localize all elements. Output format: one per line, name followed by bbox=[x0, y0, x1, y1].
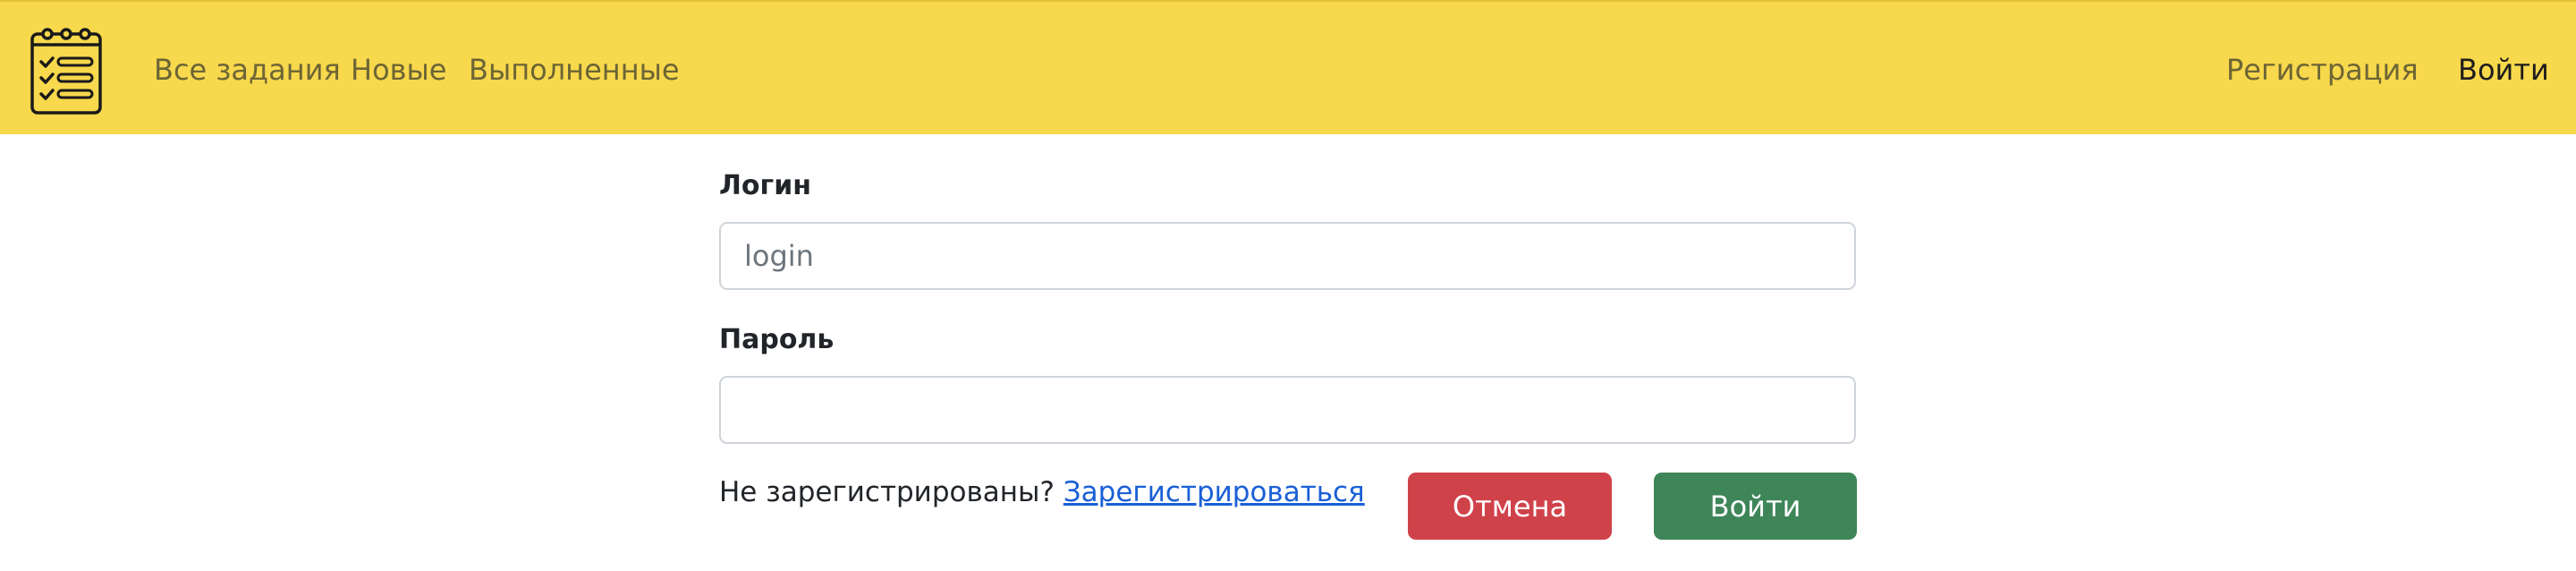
password-input[interactable] bbox=[719, 376, 1856, 444]
nav-link-register[interactable]: Регистрация bbox=[2226, 52, 2419, 88]
cancel-button[interactable]: Отмена bbox=[1408, 473, 1612, 540]
login-label: Логин bbox=[719, 170, 811, 201]
nav-link-new[interactable]: Новые bbox=[351, 52, 446, 88]
login-input[interactable] bbox=[719, 222, 1856, 290]
clipboard-checklist-icon[interactable] bbox=[30, 26, 103, 115]
nav-link-completed[interactable]: Выполненные bbox=[469, 52, 680, 88]
nav-link-all-tasks[interactable]: Все задания bbox=[154, 52, 341, 88]
register-link[interactable]: Зарегистрироваться bbox=[1063, 476, 1365, 508]
register-hint: Не зарегистрированы? Зарегистрироваться bbox=[719, 474, 1365, 510]
login-button[interactable]: Войти bbox=[1654, 473, 1857, 540]
password-label: Пароль bbox=[719, 324, 835, 355]
nav-link-login[interactable]: Войти bbox=[2458, 52, 2549, 88]
top-navbar: Все задания Новые Выполненные Регистраци… bbox=[0, 0, 2576, 134]
register-hint-text: Не зарегистрированы? bbox=[719, 476, 1063, 508]
